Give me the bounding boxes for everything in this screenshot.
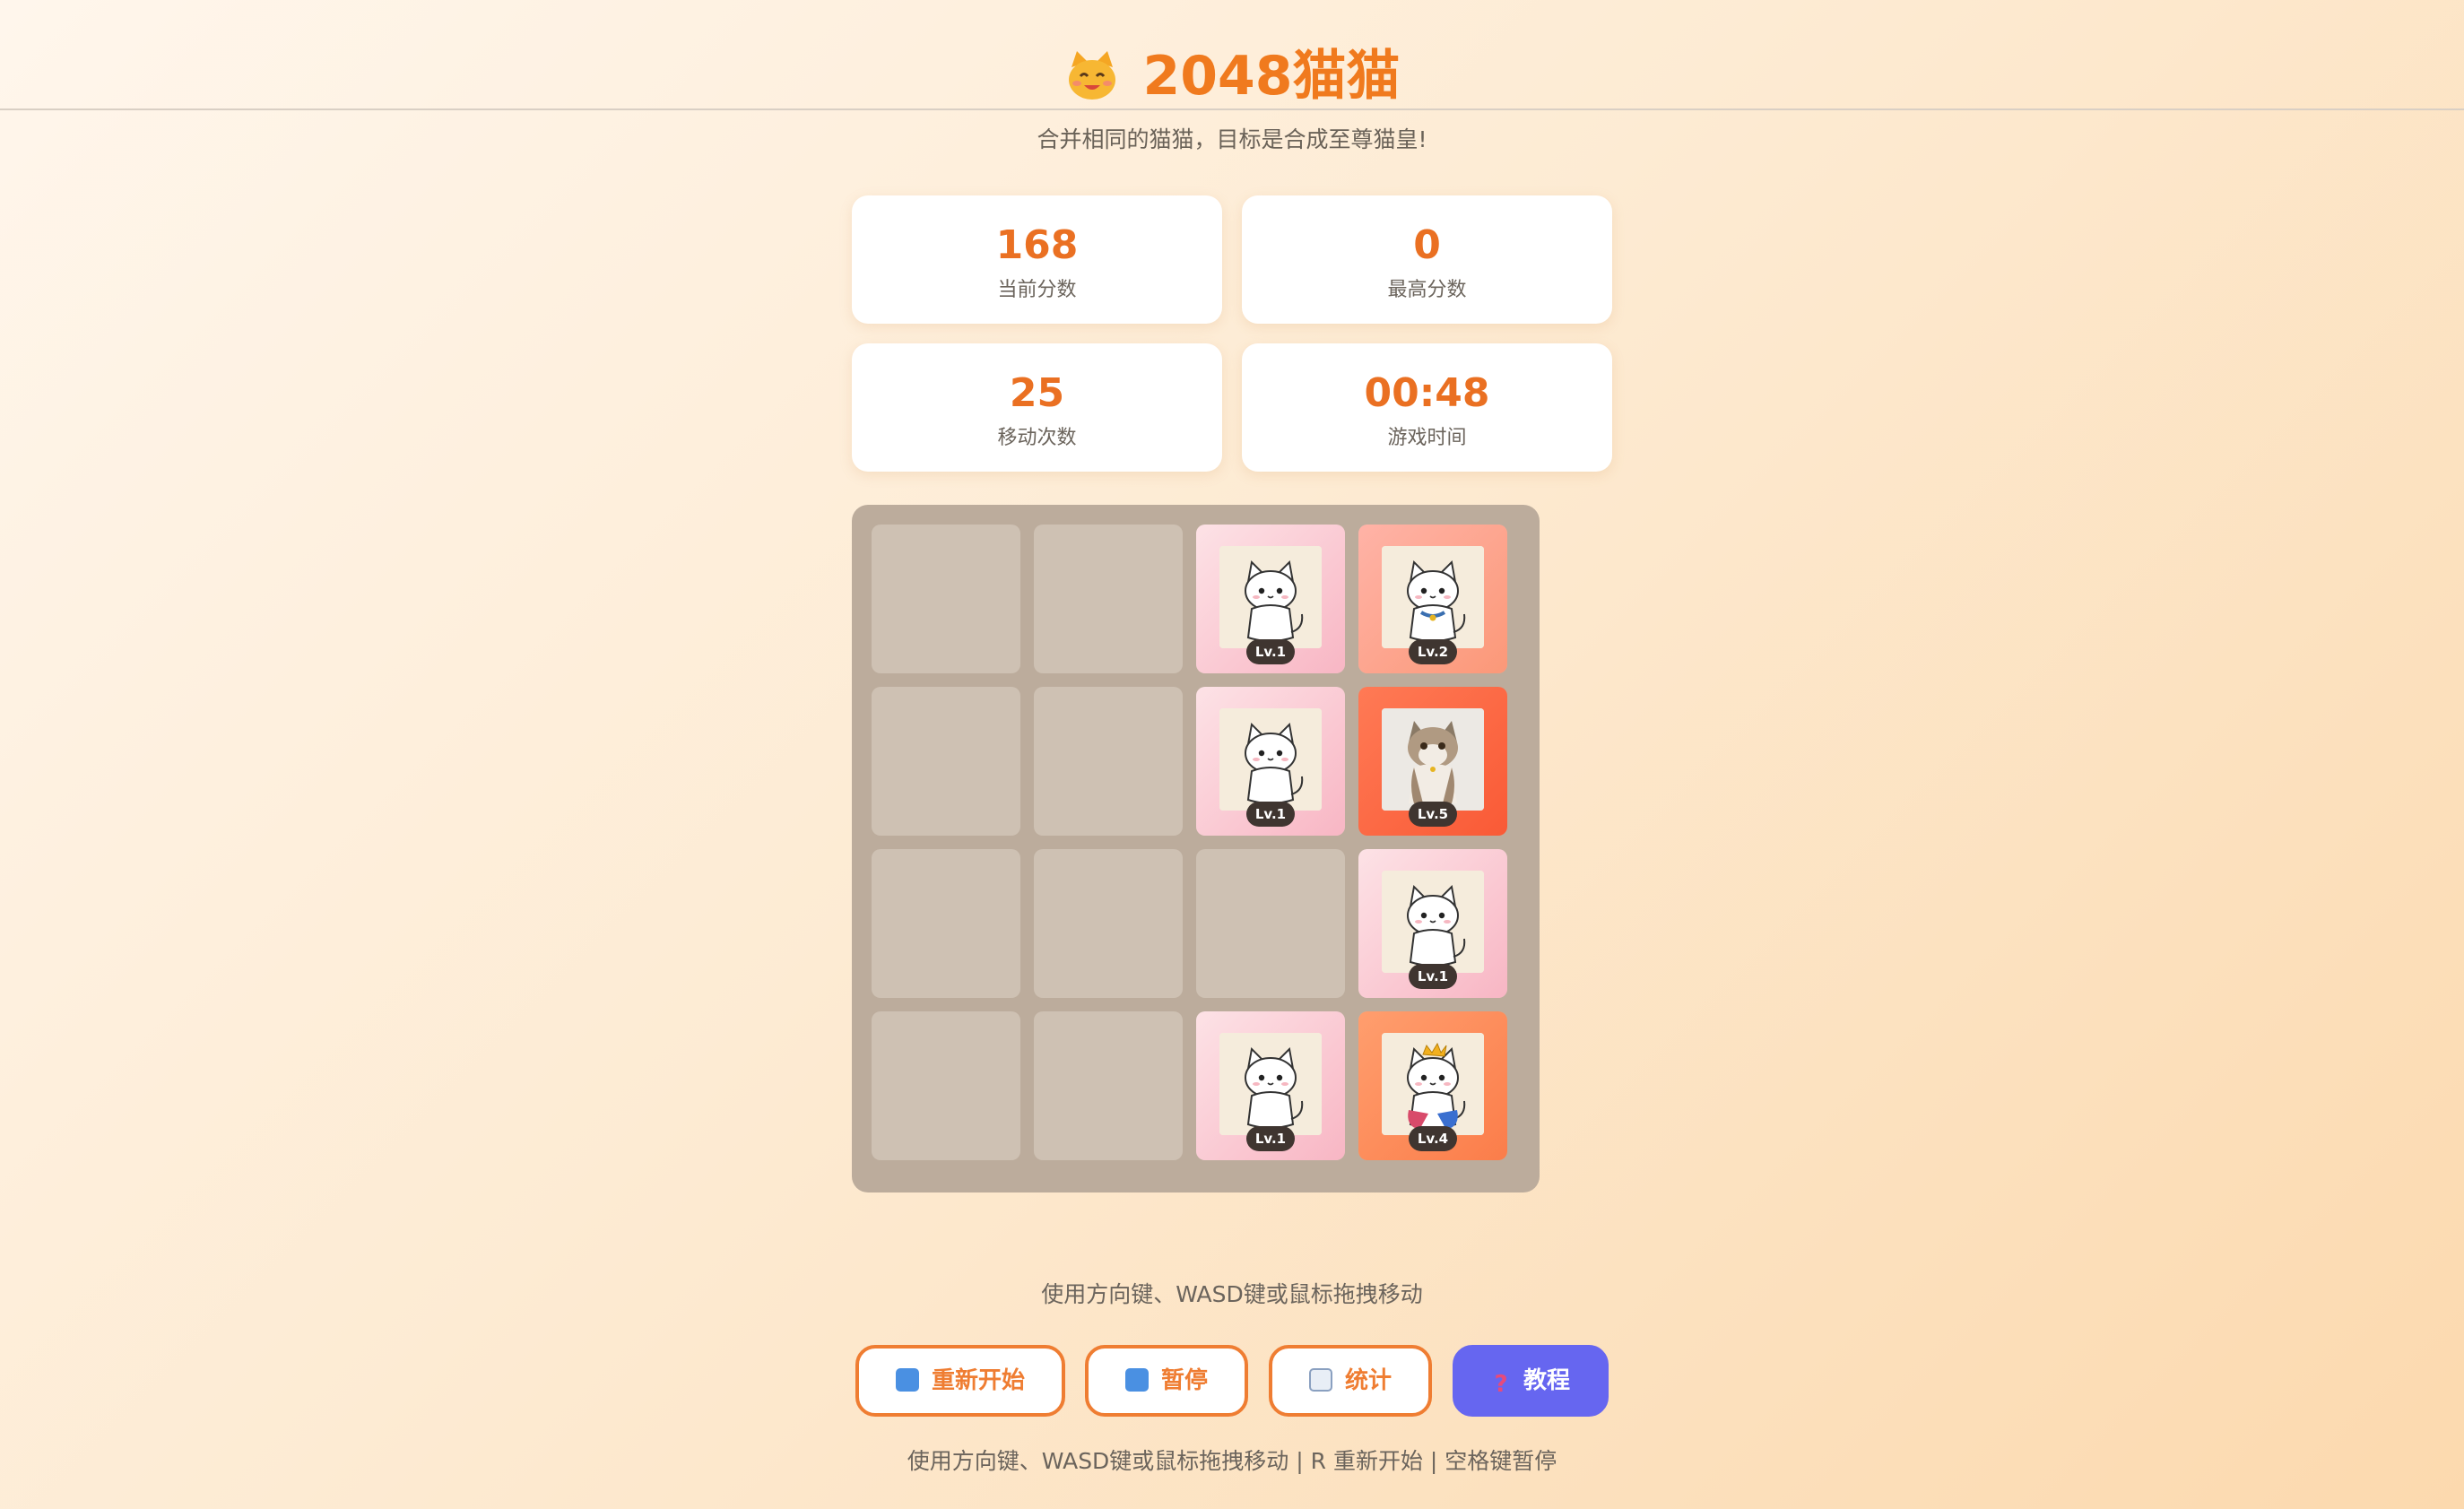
pause-icon (1124, 1368, 1149, 1392)
cat-face-icon (1064, 45, 1120, 100)
moves-card: 25 移动次数 (852, 343, 1222, 472)
cat-image (1219, 546, 1322, 648)
game-board[interactable]: Lv.1 Lv.2 Lv.1 Lv.5 Lv.1 Lv.1 Lv.4 (852, 505, 1540, 1192)
subtitle: 合并相同的猫猫，目标是合成至尊猫皇! (1037, 126, 1427, 152)
tile-level-badge: Lv.1 (1246, 1126, 1295, 1151)
stats-button[interactable]: 统计 (1269, 1345, 1432, 1417)
refresh-icon (895, 1368, 919, 1392)
restart-button-label: 重新开始 (931, 1367, 1025, 1394)
cat-tile: Lv.1 (1358, 849, 1507, 998)
moves-value: 25 (1009, 370, 1065, 416)
cat-tile: Lv.2 (1358, 525, 1507, 673)
cat-image (1382, 871, 1484, 973)
score-card: 168 当前分数 (852, 195, 1222, 324)
tile-level-badge: Lv.5 (1409, 802, 1457, 827)
tile-level-badge: Lv.4 (1409, 1126, 1457, 1151)
cat-tile: Lv.5 (1358, 687, 1507, 836)
board-cell (872, 687, 1020, 836)
cat-tile: Lv.4 (1358, 1011, 1507, 1160)
time-card: 00:48 游戏时间 (1242, 343, 1612, 472)
restart-button[interactable]: 重新开始 (855, 1345, 1065, 1417)
time-value: 00:48 (1364, 370, 1490, 416)
board-cell (1034, 525, 1183, 673)
cat-image (1382, 1033, 1484, 1135)
page-title: 2048猫猫 (0, 36, 2464, 117)
controls-hint: 使用方向键、WASD键或鼠标拖拽移动 (1041, 1281, 1423, 1307)
time-label: 游戏时间 (1387, 427, 1467, 449)
cat-tile: Lv.1 (1196, 525, 1345, 673)
footer-hint: 使用方向键、WASD键或鼠标拖拽移动 | R 重新开始 | 空格键暂停 (907, 1448, 1557, 1474)
tile-level-badge: Lv.1 (1246, 639, 1295, 664)
score-label: 当前分数 (997, 279, 1077, 301)
tile-level-badge: Lv.1 (1246, 802, 1295, 827)
best-score-label: 最高分数 (1387, 279, 1467, 301)
pause-button-label: 暂停 (1160, 1367, 1208, 1394)
board-cell (872, 849, 1020, 998)
tutorial-button[interactable]: ? 教程 (1453, 1345, 1609, 1417)
board-cell (1034, 1011, 1183, 1160)
board-cell (1196, 849, 1345, 998)
cat-image (1219, 1033, 1322, 1135)
stats-button-label: 统计 (1344, 1367, 1392, 1394)
tile-level-badge: Lv.1 (1409, 964, 1457, 989)
question-icon: ? (1494, 1371, 1508, 1398)
score-value: 168 (995, 222, 1079, 268)
cat-image (1382, 708, 1484, 811)
moves-label: 移动次数 (997, 427, 1077, 449)
board-cell (872, 1011, 1020, 1160)
tile-level-badge: Lv.2 (1409, 639, 1457, 664)
board-cell (1034, 687, 1183, 836)
cat-image (1382, 546, 1484, 648)
cat-tile: Lv.1 (1196, 687, 1345, 836)
best-score-value: 0 (1413, 222, 1441, 268)
cat-image (1219, 708, 1322, 811)
pause-button[interactable]: 暂停 (1085, 1345, 1248, 1417)
best-score-card: 0 最高分数 (1242, 195, 1612, 324)
tutorial-button-label: 教程 (1523, 1367, 1570, 1394)
title-text: 2048猫猫 (1142, 45, 1401, 108)
cat-tile: Lv.1 (1196, 1011, 1345, 1160)
board-cell (872, 525, 1020, 673)
board-cell (1034, 849, 1183, 998)
bar-chart-icon (1308, 1368, 1332, 1392)
